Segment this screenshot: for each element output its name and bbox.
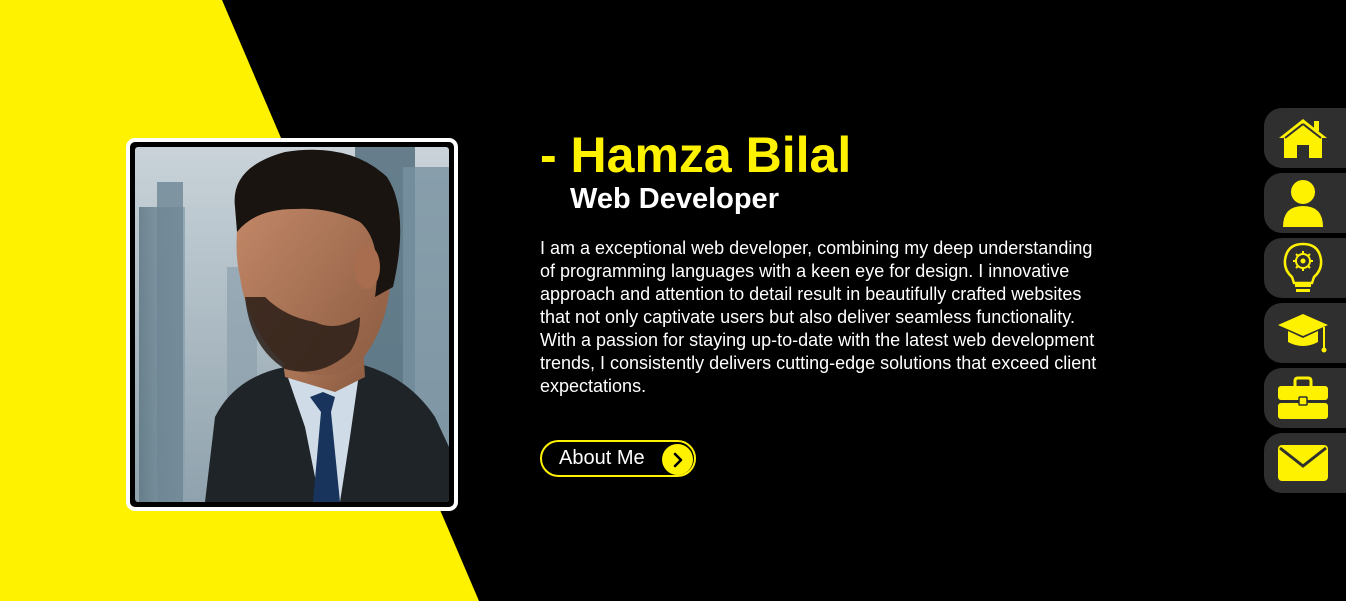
nav-item-home[interactable]	[1264, 108, 1346, 168]
portfolio-page: - Hamza Bilal Web Developer I am a excep…	[0, 0, 1346, 601]
profile-photo	[135, 147, 449, 502]
nav-item-contact[interactable]	[1264, 433, 1346, 493]
graduation-cap-icon	[1278, 314, 1328, 353]
lightbulb-icon	[1283, 242, 1323, 292]
home-icon	[1279, 119, 1327, 158]
nav-item-about[interactable]	[1264, 173, 1346, 233]
hero-role: Web Developer	[570, 183, 779, 215]
chevron-right-icon	[662, 444, 693, 475]
hero-name: - Hamza Bilal	[540, 127, 852, 183]
envelope-icon	[1278, 445, 1328, 481]
hero-bio: I am a exceptional web developer, combin…	[540, 238, 1097, 396]
about-me-label: About Me	[559, 447, 645, 469]
nav-item-education[interactable]	[1264, 303, 1346, 363]
nav-item-skills[interactable]	[1264, 238, 1346, 298]
about-me-button[interactable]: About Me	[540, 440, 696, 477]
profile-photo-frame	[126, 138, 458, 511]
side-nav	[1264, 108, 1346, 498]
nav-item-portfolio[interactable]	[1264, 368, 1346, 428]
user-icon	[1283, 180, 1323, 227]
briefcase-icon	[1278, 376, 1328, 419]
